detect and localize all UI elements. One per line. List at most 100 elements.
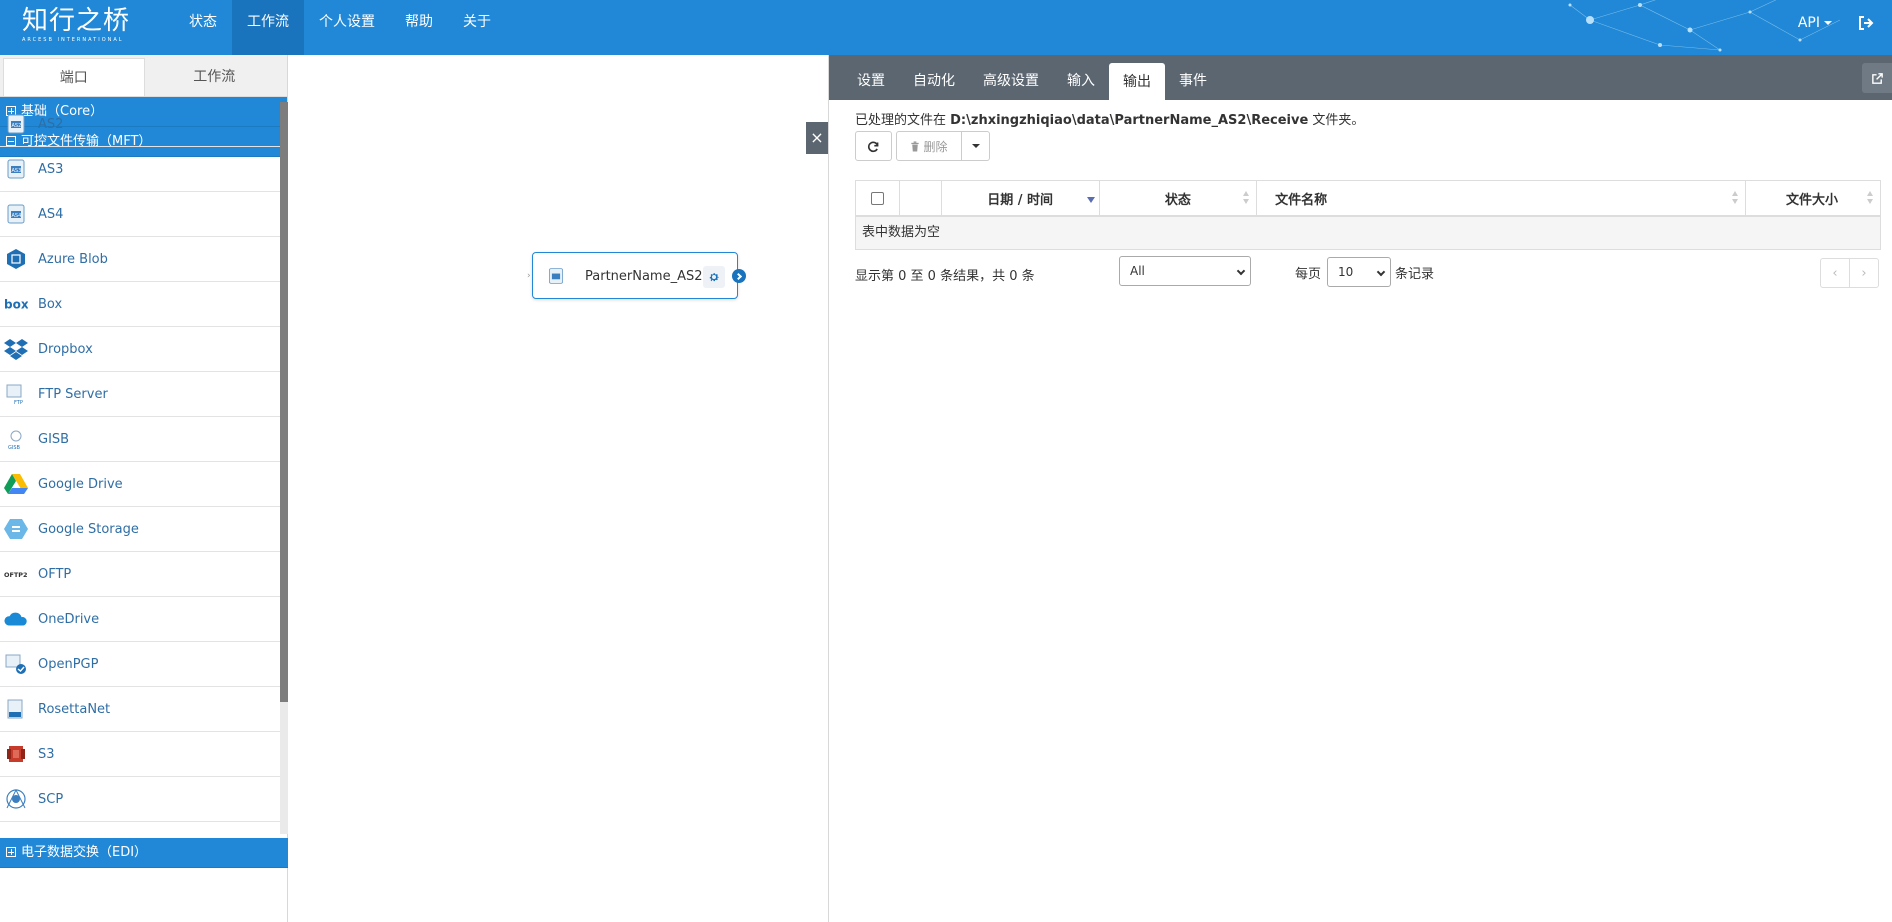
connector-gisb[interactable]: GISB GISB	[0, 417, 280, 462]
google-storage-icon	[4, 517, 28, 541]
filter-value: All	[1130, 264, 1145, 278]
more-actions-dropdown[interactable]	[961, 131, 990, 161]
azure-blob-icon	[4, 247, 28, 271]
svg-text:GISB: GISB	[8, 445, 21, 450]
palette-scrollbar-thumb[interactable]	[280, 102, 288, 702]
nav-profile[interactable]: 个人设置	[304, 0, 390, 55]
page-size-select[interactable]: 10	[1327, 257, 1392, 287]
google-drive-icon	[4, 472, 28, 496]
settings-tabs: 设置 自动化 高级设置 输入 输出 事件	[829, 55, 1892, 102]
tab-events[interactable]: 事件	[1165, 55, 1221, 100]
node-label: PartnerName_AS2	[585, 269, 703, 284]
group-edi[interactable]: 电子数据交换（EDI）	[0, 838, 288, 868]
connector-settings-panel: 设置 自动化 高级设置 输入 输出 事件 已处理的文件在 D:\zhxingzh…	[828, 55, 1892, 922]
connector-scp[interactable]: SCP	[0, 777, 280, 822]
toolbar: 删除	[855, 131, 990, 161]
connector-label: Box	[38, 296, 63, 312]
connector-as2[interactable]: AS2 AS2	[0, 102, 280, 147]
connector-s3[interactable]: S3	[0, 732, 280, 777]
svg-text:FTP: FTP	[14, 400, 23, 405]
column-date-time[interactable]: 日期 / 时间	[942, 181, 1100, 215]
connector-google-drive[interactable]: Google Drive	[0, 462, 280, 507]
connector-dropbox[interactable]: Dropbox	[0, 327, 280, 372]
connector-oftp[interactable]: OFTP2 OFTP	[0, 552, 280, 597]
svg-text:box: box	[4, 298, 28, 311]
sort-icon	[1867, 191, 1874, 205]
node-input-port-icon[interactable]: ›	[527, 271, 533, 281]
nav-workflow[interactable]: 工作流	[232, 0, 304, 55]
node-output-port[interactable]	[732, 269, 746, 283]
trash-icon	[911, 140, 920, 152]
info-suffix: 文件夹。	[1308, 113, 1365, 128]
nav-right: API	[1798, 0, 1874, 45]
tab-automation[interactable]: 自动化	[899, 55, 969, 100]
connector-label: AS3	[38, 161, 64, 177]
refresh-button[interactable]	[855, 131, 892, 161]
top-navbar: 知行之桥 ARCESB INTERNATIONAL 状态 工作流 个人设置 帮助…	[0, 0, 1892, 55]
nav-about[interactable]: 关于	[448, 0, 506, 55]
popout-button[interactable]	[1862, 63, 1892, 93]
app-logo[interactable]: 知行之桥 ARCESB INTERNATIONAL	[22, 5, 129, 45]
status-filter-select[interactable]: All	[1119, 256, 1251, 286]
logout-icon[interactable]	[1858, 15, 1874, 31]
column-file-name[interactable]: 文件名称	[1257, 181, 1747, 215]
sort-icon	[1243, 191, 1250, 205]
select-all-checkbox[interactable]	[870, 191, 884, 205]
table-summary: 显示第 0 至 0 条结果，共 0 条	[855, 269, 1035, 284]
connector-google-storage[interactable]: Google Storage	[0, 507, 280, 552]
connector-box[interactable]: box Box	[0, 282, 280, 327]
sort-desc-icon	[1086, 197, 1095, 203]
column-label: 日期 / 时间	[987, 192, 1054, 208]
tab-input[interactable]: 输入	[1053, 55, 1109, 100]
main-nav: 状态 工作流 个人设置 帮助 关于	[174, 0, 506, 55]
connector-label: Google Storage	[38, 521, 139, 537]
caret-down-icon	[1824, 20, 1832, 25]
nav-help[interactable]: 帮助	[390, 0, 448, 55]
connector-label: RosettaNet	[38, 701, 111, 717]
s3-icon	[4, 742, 28, 766]
output-folder-path: D:\zhxingzhiqiao\data\PartnerName_AS2\Re…	[950, 113, 1309, 128]
next-page-button[interactable]: ›	[1849, 258, 1879, 288]
connector-as4[interactable]: AS4 AS4	[0, 192, 280, 237]
connector-onedrive[interactable]: OneDrive	[0, 597, 280, 642]
prev-page-button[interactable]: ‹	[1820, 258, 1850, 288]
openpgp-icon	[4, 652, 28, 676]
bottom-group: 电子数据交换（EDI）	[0, 838, 288, 868]
api-menu[interactable]: API	[1798, 15, 1832, 31]
tab-advanced[interactable]: 高级设置	[969, 55, 1053, 100]
workflow-canvas[interactable]	[288, 55, 828, 922]
workflow-node-partnername-as2[interactable]: › PartnerName_AS2	[527, 252, 746, 299]
column-status[interactable]: 状态	[1100, 181, 1258, 215]
connector-rosettanet[interactable]: RosettaNet	[0, 687, 280, 732]
api-label: API	[1797, 14, 1820, 31]
node-settings-button[interactable]	[703, 266, 725, 288]
svg-text:AS2: AS2	[12, 123, 22, 129]
tab-ports[interactable]: 端口	[3, 58, 145, 96]
delete-button[interactable]: 删除	[896, 131, 962, 161]
page-size-control: 每页 10 条记录	[1295, 257, 1434, 287]
connector-label: OpenPGP	[38, 656, 99, 672]
caret-down-icon	[971, 144, 980, 148]
connector-azure-blob[interactable]: Azure Blob	[0, 237, 280, 282]
gisb-icon: GISB	[4, 427, 28, 451]
connector-openpgp[interactable]: OpenPGP	[0, 642, 280, 687]
svg-text:AS3: AS3	[12, 168, 22, 174]
header-blank-cell	[900, 181, 942, 215]
as4-icon: AS4	[4, 202, 28, 226]
connector-label: GISB	[38, 431, 70, 447]
box-icon: box	[4, 292, 28, 316]
connector-label: Dropbox	[38, 341, 93, 357]
tab-output[interactable]: 输出	[1109, 63, 1165, 102]
output-files-table: 日期 / 时间 状态 文件名称 文件大小 表中数据为空	[855, 180, 1881, 250]
header-checkbox-cell	[856, 181, 900, 215]
close-panel-button[interactable]: ×	[806, 122, 828, 154]
tab-workflows[interactable]: 工作流	[145, 58, 285, 96]
column-file-size[interactable]: 文件大小	[1746, 181, 1880, 215]
connector-as3[interactable]: AS3 AS3	[0, 147, 280, 192]
nav-status[interactable]: 状态	[174, 0, 232, 55]
table-empty-message: 表中数据为空	[856, 217, 1880, 249]
chevron-right-icon	[734, 272, 742, 280]
tab-settings[interactable]: 设置	[843, 55, 899, 100]
svg-text:OFTP2: OFTP2	[4, 571, 28, 579]
connector-ftp-server[interactable]: FTP FTP Server	[0, 372, 280, 417]
